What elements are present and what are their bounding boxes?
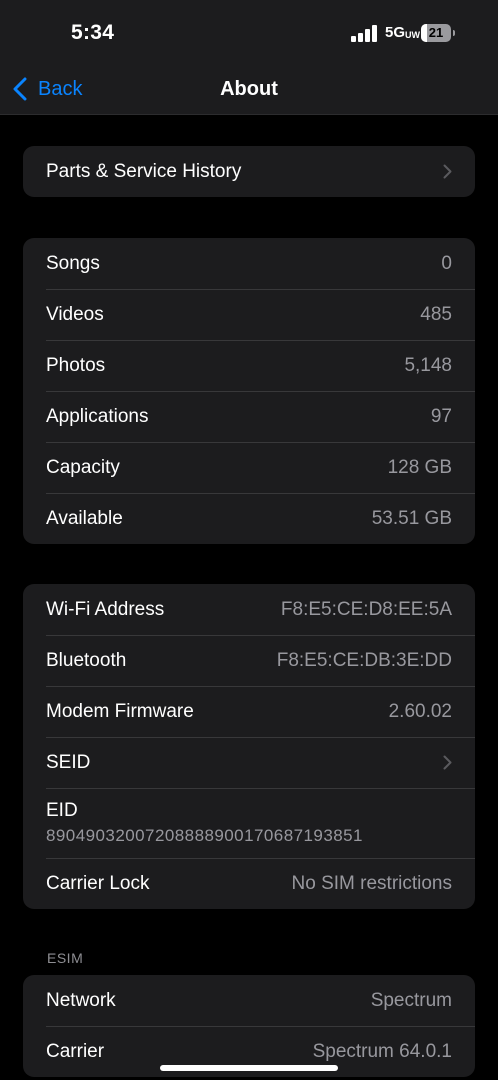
esim-group: Network Spectrum Carrier Spectrum 64.0.1: [23, 975, 475, 1077]
service-group: Parts & Service History: [23, 146, 475, 197]
row-photos: Photos 5,148: [23, 340, 475, 391]
network-type: 5GUW: [385, 24, 421, 41]
status-bar: 5:34 5GUW 21: [0, 0, 498, 66]
row-videos: Videos 485: [23, 289, 475, 340]
row-label: Carrier: [46, 1040, 105, 1062]
row-value: Spectrum: [370, 989, 452, 1011]
row-label: Videos: [46, 303, 104, 325]
eid-value: 89049032007208888900170687193851: [46, 826, 363, 845]
row-songs: Songs 0: [23, 238, 475, 289]
row-label: Network: [46, 989, 116, 1011]
row-label: Carrier Lock: [46, 872, 150, 894]
battery-percentage: 21: [428, 25, 444, 40]
row-seid[interactable]: SEID: [23, 737, 475, 788]
row-value: 128 GB: [387, 456, 452, 478]
row-bluetooth[interactable]: Bluetooth F8:E5:CE:DB:3E:DD: [23, 635, 475, 686]
navigation-bar: Back About: [0, 66, 498, 115]
row-value: F8:E5:CE:D8:EE:5A: [280, 598, 452, 620]
row-label: SEID: [46, 751, 91, 773]
row-label: Available: [46, 507, 123, 529]
media-stats-group: Songs 0 Videos 485 Photos 5,148 Applicat…: [23, 238, 475, 544]
row-value: Spectrum 64.0.1: [312, 1040, 452, 1062]
page-title: About: [220, 78, 278, 100]
chevron-right-icon: [443, 755, 452, 770]
row-value: 97: [430, 405, 452, 427]
row-wifi-address[interactable]: Wi-Fi Address F8:E5:CE:D8:EE:5A: [23, 584, 475, 635]
row-label: Photos: [46, 354, 106, 376]
row-modem-firmware[interactable]: Modem Firmware 2.60.02: [23, 686, 475, 737]
row-applications: Applications 97: [23, 391, 475, 442]
section-header-esim: ESIM: [47, 950, 84, 966]
row-value: No SIM restrictions: [291, 872, 452, 894]
row-value: 53.51 GB: [371, 507, 452, 529]
chevron-right-icon: [443, 164, 452, 179]
battery-icon: 21: [421, 24, 455, 42]
row-capacity: Capacity 128 GB: [23, 442, 475, 493]
row-label: EID: [46, 800, 78, 821]
row-label: Wi-Fi Address: [46, 598, 165, 620]
row-value: 5,148: [404, 354, 452, 376]
row-carrier-lock: Carrier Lock No SIM restrictions: [23, 858, 475, 909]
row-parts-service-history[interactable]: Parts & Service History: [23, 146, 475, 197]
device-identifiers-group: Wi-Fi Address F8:E5:CE:D8:EE:5A Bluetoot…: [23, 584, 475, 909]
cellular-signal-icon: [351, 25, 377, 42]
home-indicator[interactable]: [160, 1065, 338, 1071]
row-label: Applications: [46, 405, 149, 427]
row-available: Available 53.51 GB: [23, 493, 475, 544]
row-eid[interactable]: EID 89049032007208888900170687193851: [23, 788, 475, 858]
row-value: F8:E5:CE:DB:3E:DD: [276, 649, 452, 671]
row-label: Modem Firmware: [46, 700, 194, 722]
row-value: 0: [441, 252, 452, 274]
row-label: Bluetooth: [46, 649, 127, 671]
row-label: Parts & Service History: [46, 160, 242, 182]
status-time: 5:34: [71, 21, 115, 44]
row-value: 2.60.02: [388, 700, 452, 722]
row-value: 485: [420, 303, 452, 325]
row-label: Songs: [46, 252, 100, 274]
row-network: Network Spectrum: [23, 975, 475, 1026]
row-label: Capacity: [46, 456, 120, 478]
